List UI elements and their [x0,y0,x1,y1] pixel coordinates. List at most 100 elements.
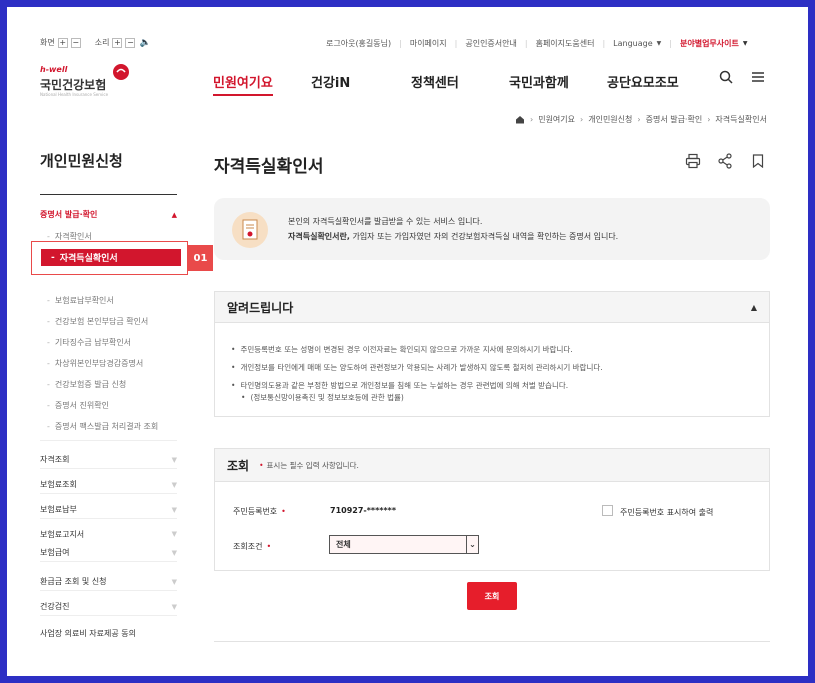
language-select[interactable]: Language [613,39,652,48]
nav-civil-service[interactable]: 민원여기요 [213,72,273,96]
sidebar-section-certificates[interactable]: 증명서 발급·확인 ▲ [40,209,177,220]
zoom-out-button[interactable]: − [70,37,81,48]
sidebar-item-benefits[interactable]: 보험급여 ▼ [40,544,177,562]
rrn-label: 주민등록번호 • [233,507,286,516]
notice-item: 주민등록번호 또는 성명이 변경된 경우 이전자료는 확인되지 않으므로 가까운… [231,344,603,356]
sidebar-item-premium-inquiry[interactable]: 보험료조회 ▼ [40,476,177,494]
bottom-divider [214,641,770,642]
nav-policy-center[interactable]: 정책센터 [411,72,459,91]
sidebar-item-qualification-history-cert[interactable]: - 자격득실확인서 [41,249,181,266]
caret-down-icon: ▼ [742,40,748,47]
chevron-down-icon: ▼ [171,548,177,557]
sidebar-item-authenticity-check[interactable]: 증명서 진위확인 [47,400,109,411]
sidebar-item-premium-payment-cert[interactable]: 보험료납부확인서 [47,295,114,306]
print-icon[interactable] [685,153,701,169]
volume-up-button[interactable]: + [112,37,123,48]
logo[interactable]: h-well 국민건강보험 National Health Insurance … [40,64,140,99]
share-icon[interactable] [718,153,732,169]
breadcrumb-item[interactable]: 개인민원신청 [588,114,632,125]
condition-label-text: 조회조건 [233,542,263,551]
breadcrumb-item[interactable]: 자격득실확인서 [715,114,767,125]
bookmark-icon[interactable] [752,154,764,168]
page-title: 자격득실확인서 [214,157,324,177]
zoom-in-button[interactable]: + [57,37,68,48]
caret-down-icon: ▼ [656,40,662,47]
query-form-panel: 조회 • 표시는 필수 입력 사항입니다. 주민등록번호 • 710927-****… [214,448,770,571]
volume-down-button[interactable]: − [125,37,136,48]
breadcrumb: › 민원여기요 › 개인민원신청 › 증명서 발급·확인 › 자격득실확인서 [515,114,767,125]
chevron-down-icon: ▼ [171,577,177,586]
breadcrumb-item[interactable]: 민원여기요 [538,114,575,125]
callout-number-badge: 01 [188,245,213,271]
sidebar-title: 개인민원신청 [40,152,123,170]
nav-with-public[interactable]: 국민과함께 [509,72,569,91]
intro-line-1: 본인의 자격득실확인서를 발급받을 수 있는 서비스 입니다. [288,217,483,226]
browser-page: 화면 + − 소리 + − 🔈 로그아웃(홍길동님) | 마이페이지 | 공인인… [7,7,808,676]
notice-item: 타인명의도용과 같은 부정한 방법으로 개인정보를 침해 또는 누설하는 경우 … [231,380,603,392]
chevron-down-icon: ▼ [171,480,177,489]
home-icon[interactable] [515,115,525,124]
notice-panel-header[interactable]: 알려드립니다 ▲ [215,292,769,323]
sidebar-item-reduction-cert[interactable]: 차상위본인부담경감증명서 [47,358,143,369]
logo-subtext: National Health Insurance Service [40,92,109,97]
sidebar-item-label: 자격조회 [40,455,70,464]
utility-links: 로그아웃(홍길동님) | 마이페이지 | 공인인증서안내 | 홈페이지도움센터 … [326,38,748,49]
submit-query-button[interactable]: 조회 [467,582,517,610]
notice-panel: 알려드립니다 ▲ 주민등록번호 또는 성명이 변경된 경우 이전자료는 확인되지… [214,291,770,417]
sidebar-item-medical-data-consent[interactable]: 사업장 의료비 자료제공 동의 [40,624,177,642]
query-title: 조회 [227,458,250,473]
help-center-link[interactable]: 홈페이지도움센터 [536,38,595,49]
notice-list: 주민등록번호 또는 성명이 변경된 경우 이전자료는 확인되지 않으므로 가까운… [231,344,603,404]
sidebar-item-qualification-inquiry[interactable]: 자격조회 ▼ [40,451,177,469]
sidebar-item-copay-cert[interactable]: 건강보험 본인부담금 확인서 [47,316,148,327]
mypage-link[interactable]: 마이페이지 [410,38,447,49]
intro-definition-term: 자격득실확인서란, [288,232,350,241]
condition-label: 조회조건 • [233,542,272,551]
notice-law-reference: (정보통신망이용촉진 및 정보보호등에 관한 법률) [250,393,404,402]
rrn-print-checkbox[interactable] [602,505,613,516]
sidebar-divider [40,194,177,195]
logout-link[interactable]: 로그아웃(홍길동님) [326,38,391,49]
rrn-label-text: 주민등록번호 [233,507,278,516]
screen-size-control: 화면 + − 소리 + − 🔈 [40,37,151,48]
search-icon[interactable] [719,70,733,84]
document-icon [232,212,268,248]
sidebar-item-premium-notice[interactable]: 보험료고지서 ▼ [40,527,177,541]
sidebar-item-label: 환급금 조회 및 신청 [40,577,107,586]
sidebar-item-label: 보험료납부 [40,505,77,514]
certificate-guide-link[interactable]: 공인인증서안내 [465,38,517,49]
notice-item: 개인정보를 타인에게 매매 또는 양도하여 관련정보가 악용되는 사례가 발생하… [231,362,602,374]
service-intro-box: 본인의 자격득실확인서를 발급받을 수 있는 서비스 입니다. 자격득실확인서란… [214,198,770,260]
required-note: • 표시는 필수 입력 사항입니다. [259,460,359,470]
chevron-down-icon: ▼ [171,602,177,611]
breadcrumb-item[interactable]: 증명서 발급·확인 [646,114,703,125]
nav-health-in[interactable]: 건강iN [311,72,350,91]
notice-item-continued: (정보통신망이용촉진 및 정보보호등에 관한 법률) [231,392,603,404]
sidebar-item-label: 자격득실확인서 [59,254,118,264]
sidebar-item-premium-payment[interactable]: 보험료납부 ▼ [40,501,177,519]
sidebar-item-insurance-card[interactable]: 건강보험증 발급 신청 [47,379,126,390]
sidebar-item-label: 사업장 의료비 자료제공 동의 [40,628,136,638]
sidebar-item-label: 보험료고지서 [40,529,85,539]
condition-select-value: 전체 [336,540,351,549]
rrn-print-label[interactable]: 주민등록번호 표시하여 출력 [620,507,713,518]
speaker-icon[interactable]: 🔈 [139,38,150,48]
sidebar-item-label: 건강검진 [40,602,70,611]
collapse-up-icon[interactable]: ▲ [751,303,757,312]
logo-tagline: h-well [40,65,68,74]
chevron-down-icon: ▼ [171,505,177,514]
nav-about-corp[interactable]: 공단요모조모 [607,72,679,91]
related-site-select[interactable]: 분야별업무사이트 [680,38,739,49]
screen-label: 화면 [40,38,55,47]
sidebar-item-refund[interactable]: 환급금 조회 및 신청 ▼ [40,573,177,591]
condition-select[interactable]: 전체 ⌄ [329,535,479,554]
sidebar-item-fax-result[interactable]: 증명서 팩스발급 처리결과 조회 [47,421,158,432]
notice-title: 알려드립니다 [227,300,294,315]
intro-definition-text: 가입자 또는 가입자였던 자의 건강보험자격득실 내역을 확인하는 증명서 입니… [349,232,619,241]
chevron-down-icon: ⌄ [466,536,478,553]
rrn-value: 710927-******* [330,506,397,515]
sidebar-item-label: 보험급여 [40,548,70,557]
sidebar-item-health-checkup[interactable]: 건강검진 ▼ [40,598,177,616]
sidebar-item-other-payment-cert[interactable]: 기타징수금 납부확인서 [47,337,131,348]
menu-icon[interactable] [751,71,765,83]
